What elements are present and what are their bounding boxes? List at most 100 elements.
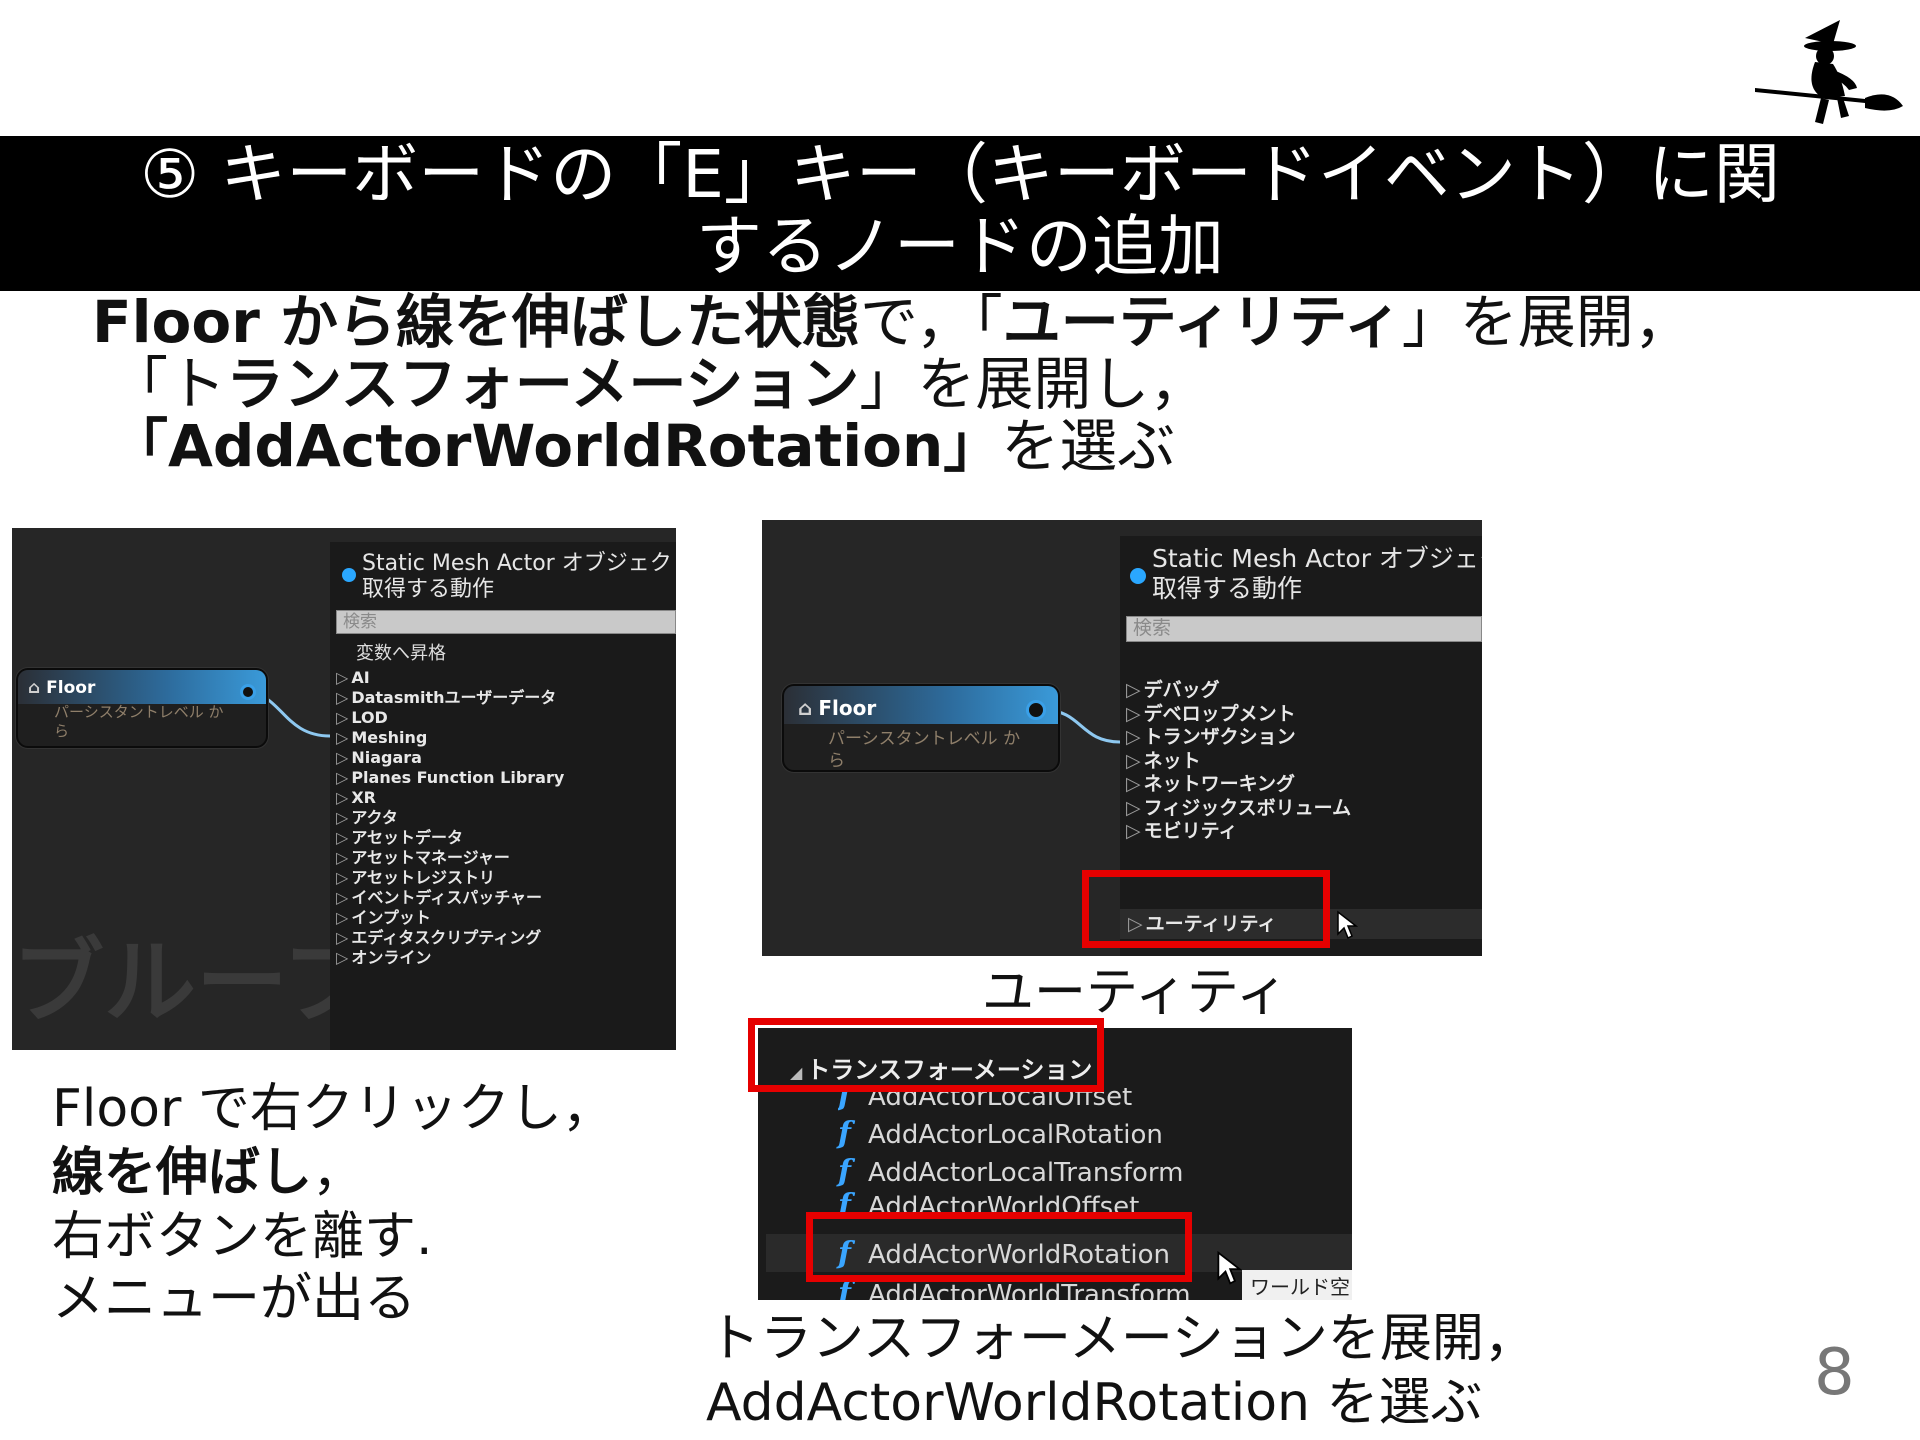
expand-arrow-icon: ▷ bbox=[336, 788, 349, 807]
menu-item[interactable]: ▷ デバッグ bbox=[1126, 678, 1220, 702]
instruction-bold-1: Floor から線を伸ばした状態 bbox=[92, 288, 860, 356]
instruction-text: 「ト bbox=[110, 350, 227, 418]
expand-arrow-icon: ▷ bbox=[1126, 820, 1141, 842]
mouse-cursor-icon bbox=[1337, 910, 1358, 940]
title-band: ⑤ キーボードの「E」キー（キーボードイベント）に関 するノードの追加 bbox=[0, 136, 1920, 291]
expand-arrow-icon: ▷ bbox=[1126, 702, 1141, 725]
expand-arrow-icon: ▷ bbox=[1126, 679, 1141, 701]
transform-header-highlight-box bbox=[748, 1018, 1104, 1092]
expand-arrow-icon: ▷ bbox=[336, 688, 349, 707]
left-caption-line-1: Floor で右クリックし， bbox=[52, 1079, 614, 1139]
menu-item[interactable]: ▷ アセットマネージャー bbox=[336, 848, 510, 868]
function-label: AddActorWorldTransform bbox=[868, 1280, 1191, 1300]
rotation-highlight-box bbox=[806, 1212, 1192, 1282]
menu-item-label: エディタスクリプティング bbox=[351, 928, 542, 947]
mouse-cursor-icon bbox=[1217, 1250, 1242, 1285]
menu-item[interactable]: ▷ イベントディスパッチャー bbox=[336, 888, 542, 908]
menu-item[interactable]: ▷ Niagara bbox=[336, 748, 422, 768]
expand-arrow-icon: ▷ bbox=[1126, 773, 1141, 795]
utility-caption: ユーティティ bbox=[982, 963, 1288, 1023]
left-caption-line-3: 右ボタンを離す. bbox=[52, 1207, 433, 1267]
menu-item[interactable]: ▷ エディタスクリプティング bbox=[336, 928, 541, 948]
expand-arrow-icon: ▷ bbox=[336, 848, 349, 867]
menu-item[interactable]: ▷ Datasmithユーザーデータ bbox=[336, 688, 556, 708]
menu-item-label: フィジックスボリューム bbox=[1143, 796, 1352, 819]
instruction-bold-3: ランスフォーメーション bbox=[226, 350, 860, 418]
floor-node-sub-2: ら bbox=[54, 722, 70, 740]
menu-item-label: トランザクション bbox=[1143, 726, 1296, 748]
left-caption-line-2: 線を伸ばし， bbox=[52, 1144, 364, 1202]
menu-item[interactable]: ▷ アクタ bbox=[336, 808, 398, 828]
floor-node-title: ⌂ Floor bbox=[798, 696, 877, 720]
tooltip: ワールド空 bbox=[1242, 1270, 1352, 1300]
menu-item[interactable]: ▷ アセットデータ bbox=[336, 828, 463, 848]
instruction-bold-4: 「AddActorWorldRotation」 bbox=[110, 412, 1002, 480]
menu-item-label: イベントディスパッチャー bbox=[351, 888, 543, 907]
expand-arrow-icon: ▷ bbox=[336, 888, 349, 907]
left-caption-text: ， bbox=[312, 1143, 365, 1203]
expand-arrow-icon: ▷ bbox=[336, 808, 349, 827]
expand-arrow-icon: ▷ bbox=[336, 768, 349, 787]
menu-item-label: インプット bbox=[351, 908, 431, 927]
floor-node-label: Floor bbox=[46, 678, 96, 698]
menu-item[interactable]: ▷ AI bbox=[336, 668, 370, 688]
menu-item-label: ネットワーキング bbox=[1143, 773, 1296, 795]
expand-arrow-icon: ▷ bbox=[1126, 749, 1141, 772]
menu-title-1: Static Mesh Actor オブジェク bbox=[1152, 544, 1482, 573]
screenshot-context-menu: ブループ ⌂ Floor パーシスタントレベル か ら Static Mesh A… bbox=[12, 528, 676, 1050]
expand-arrow-icon: ▷ bbox=[336, 708, 349, 727]
search-input[interactable]: 検索 bbox=[336, 610, 676, 634]
floor-node[interactable]: ⌂ Floor パーシスタントレベル か ら bbox=[16, 668, 268, 748]
menu-item-label: Planes Function Library bbox=[351, 768, 565, 787]
expand-arrow-icon: ▷ bbox=[336, 868, 349, 887]
floor-node-label: Floor bbox=[818, 696, 877, 720]
expand-arrow-icon: ▷ bbox=[336, 828, 349, 847]
title-line-2: するノードの追加 bbox=[696, 208, 1224, 285]
function-list-item[interactable]: f AddActorLocalTransform bbox=[838, 1156, 1183, 1189]
instruction-bold-2: ユーティリティ bbox=[1002, 288, 1402, 356]
menu-item-label: モビリティ bbox=[1143, 820, 1238, 842]
menu-title-1: Static Mesh Actor オブジェクト参 bbox=[362, 551, 676, 576]
menu-item-label: デバッグ bbox=[1143, 679, 1220, 701]
expand-arrow-icon: ▷ bbox=[336, 948, 349, 967]
menu-item[interactable]: ▷ Planes Function Library bbox=[336, 768, 564, 788]
menu-item[interactable]: ▷ ネットワーキング bbox=[1126, 772, 1295, 796]
menu-item-label: アセットデータ bbox=[351, 828, 463, 847]
menu-title-2: 取得する動作 bbox=[362, 577, 495, 602]
menu-item-label: Niagara bbox=[351, 748, 422, 767]
menu-item-promote-variable[interactable]: 変数へ昇格 bbox=[356, 642, 446, 666]
floor-node[interactable]: ⌂ Floor パーシスタントレベル か ら bbox=[782, 684, 1060, 772]
expand-arrow-icon: ▷ bbox=[336, 668, 349, 687]
function-label: AddActorLocalTransform bbox=[868, 1158, 1184, 1188]
menu-item[interactable]: ▷ デベロップメント bbox=[1126, 702, 1296, 726]
bottom-caption-line-1: トランスフォーメーションを展開， bbox=[708, 1309, 1536, 1369]
left-caption-line-4: メニューが出る bbox=[52, 1269, 417, 1329]
menu-item[interactable]: ▷ ネット bbox=[1126, 749, 1201, 773]
expand-arrow-icon: ▷ bbox=[1126, 796, 1141, 819]
function-list-item[interactable]: f AddActorLocalRotation bbox=[838, 1118, 1163, 1151]
menu-item[interactable]: ▷ アセットレジストリ bbox=[336, 868, 495, 888]
output-pin[interactable] bbox=[1026, 700, 1046, 720]
function-icon: f bbox=[838, 1154, 851, 1189]
function-label: AddActorLocalRotation bbox=[868, 1120, 1163, 1150]
context-menu: Static Mesh Actor オブジェクト参 取得する動作 検索 変数へ昇… bbox=[330, 542, 676, 1050]
function-icon: f bbox=[838, 1116, 851, 1151]
menu-item[interactable]: ▷ Meshing bbox=[336, 728, 427, 748]
menu-item[interactable]: ▷ トランザクション bbox=[1126, 725, 1296, 749]
instruction-text: を選ぶ bbox=[1001, 412, 1176, 480]
menu-item[interactable]: ▷ XR bbox=[336, 788, 376, 808]
menu-item-label: XR bbox=[351, 788, 376, 807]
menu-dot-icon bbox=[342, 568, 356, 582]
search-input[interactable]: 検索 bbox=[1126, 616, 1482, 642]
floor-node-sub-2: ら bbox=[828, 751, 845, 771]
menu-item[interactable]: ▷ モビリティ bbox=[1126, 819, 1238, 843]
left-caption-bold: 線を伸ばし bbox=[52, 1143, 313, 1203]
menu-item[interactable]: ▷ LOD bbox=[336, 708, 388, 728]
instruction-text: 」を展開， bbox=[1401, 288, 1692, 356]
expand-arrow-icon: ▷ bbox=[336, 748, 349, 767]
menu-item-label: アクタ bbox=[351, 808, 398, 827]
menu-item[interactable]: ▷ インプット bbox=[336, 908, 431, 928]
menu-item[interactable]: ▷ フィジックスボリューム bbox=[1126, 796, 1351, 820]
output-pin[interactable] bbox=[240, 684, 256, 700]
menu-item[interactable]: ▷ オンライン bbox=[336, 948, 431, 968]
